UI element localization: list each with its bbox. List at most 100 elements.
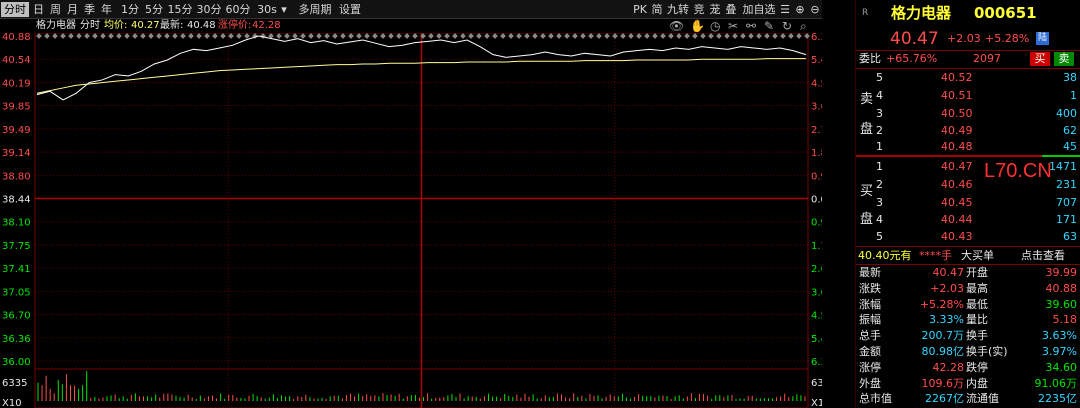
stat-value: +2.03 (930, 281, 964, 295)
chevron-down-icon[interactable]: ▾ (278, 2, 290, 17)
stat-label: 涨停 (859, 360, 881, 374)
stat-value: 3.97% (1042, 345, 1077, 358)
big-order-label: 大买单 (961, 249, 994, 262)
big-order-row[interactable]: 40.40元有 ****手 大买单 点击查看 (856, 247, 1080, 265)
y-right-tick: 5.45% (811, 55, 822, 66)
link-icon[interactable]: ⚯ (746, 19, 756, 33)
stats-row: 涨幅 +5.28% 最低 39.60 (856, 297, 1080, 313)
stat-value: 3.63% (1042, 329, 1077, 343)
level-volume: 38 (1063, 71, 1077, 84)
settings-button[interactable]: 设置 (337, 2, 363, 17)
tab-5min[interactable]: 5分 (143, 2, 165, 17)
tab-30s[interactable]: 30s (257, 2, 277, 17)
buy-button[interactable]: 买 (1030, 52, 1050, 66)
scissors-icon[interactable]: ✂ (728, 19, 738, 33)
tab-month[interactable]: 月 (65, 2, 80, 17)
stat-label: 跌停 (966, 360, 988, 374)
price-change-pct: +5.28% (985, 32, 1030, 45)
tab-15min[interactable]: 15分 (167, 2, 193, 17)
buy-level-4[interactable]: 4 40.44 171 (856, 211, 1080, 229)
y-left-tick: 37.75 (2, 241, 31, 252)
sell-level-3[interactable]: 3 40.50 400 (856, 105, 1080, 123)
tab-day[interactable]: 日 (31, 2, 46, 17)
level-price: 40.46 (941, 178, 973, 191)
level-volume: 171 (1056, 213, 1077, 226)
stats-row: 总手 200.7万 换手 3.63% (856, 328, 1080, 344)
refresh-icon[interactable]: ↻ (782, 19, 792, 33)
overlay-a-button[interactable]: 茏 (708, 2, 722, 17)
simple-button[interactable]: 简 (650, 2, 664, 17)
stat-label: 外盘 (859, 376, 881, 390)
level-volume: 1471 (1049, 160, 1077, 173)
sell-level-5[interactable]: 5 40.52 38 (856, 69, 1080, 87)
stat-label: 内盘 (966, 376, 988, 390)
stat-value: 40.88 (1045, 281, 1078, 295)
y-right-tick: 6.35% (811, 33, 822, 43)
y-left-tick: 38.10 (2, 218, 31, 229)
tab-1min[interactable]: 1分 (119, 2, 141, 17)
overlay-button[interactable]: 叠 (724, 2, 738, 17)
eye-icon[interactable]: 👁 (669, 19, 684, 33)
pk-button[interactable]: PK (632, 2, 648, 17)
y-right-tick: 4.52% (811, 311, 822, 322)
level-num: 1 (876, 160, 883, 173)
zoom-out-icon[interactable]: ⊖ (808, 2, 822, 17)
stat-label: 总手 (859, 329, 881, 343)
stat-value: 34.60 (1045, 360, 1078, 374)
stat-label: 总市值 (859, 392, 892, 406)
market-badge: 陆 (1036, 32, 1050, 45)
menu-icon[interactable]: ☰ (778, 2, 792, 17)
hand-icon[interactable]: ✋ (690, 19, 705, 33)
stats-row: 金额 80.98亿 换手(实) 3.97% (856, 344, 1080, 360)
tab-quarter[interactable]: 季 (82, 2, 97, 17)
clock-icon[interactable]: ◷ (710, 19, 720, 33)
stat-label: 金额 (859, 345, 881, 358)
tab-year[interactable]: 年 (99, 2, 114, 17)
stat-value: 40.47 (932, 266, 965, 279)
y-left-tick: 36.70 (2, 311, 31, 322)
y-right-tick: 6.35% (811, 357, 822, 368)
tab-week[interactable]: 周 (48, 2, 63, 17)
volume-multiplier-right: X10 (811, 398, 822, 408)
multi-period-button[interactable]: 多周期 (296, 2, 334, 17)
level-num: 1 (876, 140, 883, 153)
tab-30min[interactable]: 30分 (196, 2, 222, 17)
y-left-tick: 36.00 (2, 357, 31, 368)
stat-label: 最高 (966, 281, 988, 295)
pen-icon[interactable]: ✎ (764, 19, 774, 33)
stat-value: 200.7万 (921, 329, 965, 343)
price-change: +2.03 (947, 32, 981, 45)
add-watchlist-button[interactable]: 加自选 (741, 2, 777, 17)
level-num: 5 (876, 71, 883, 84)
zoom-in-icon[interactable]: ⊕ (793, 2, 807, 17)
nine-turn-button[interactable]: 九转 (666, 2, 690, 17)
big-order-hands: ****手 (919, 249, 952, 262)
search-icon[interactable]: ⌕ (800, 19, 807, 33)
auction-button[interactable]: 竞 (692, 2, 706, 17)
intraday-chart[interactable]: 40.88 6.35% 40.54 5.45% 40.19 4.55% 39.85 3.66%… (0, 33, 822, 408)
level-num: 2 (876, 178, 883, 191)
buy-depth-bar (1042, 155, 1080, 157)
y-right-tick: 4.55% (811, 78, 822, 89)
stat-value: 39.99 (1045, 266, 1078, 279)
y-left-tick: 40.19 (2, 78, 31, 89)
buy-level-3[interactable]: 3 40.45 707 (856, 194, 1080, 212)
buy-level-5[interactable]: 5 40.43 63 (856, 228, 1080, 246)
level-price: 40.52 (941, 71, 973, 84)
level-num: 3 (876, 107, 883, 120)
tab-intraday[interactable]: 分时 (1, 2, 29, 17)
stock-name: 格力电器 (891, 4, 952, 22)
sell-level-4[interactable]: 4 40.51 1 (856, 87, 1080, 105)
sell-level-1[interactable]: 1 40.48 45 (856, 138, 1080, 156)
big-order-link[interactable]: 点击查看 (1021, 247, 1065, 265)
level-volume: 63 (1063, 230, 1077, 243)
stat-label: 量比 (966, 313, 988, 327)
volume-label-right: 6335 (811, 378, 822, 389)
tab-60min[interactable]: 60分 (225, 2, 251, 17)
level-volume: 400 (1056, 107, 1077, 120)
stat-label: 涨跌 (859, 281, 881, 295)
sell-button[interactable]: 卖 (1054, 52, 1074, 66)
y-left-tick: 37.41 (2, 264, 31, 275)
y-right-tick: 5.42% (811, 334, 822, 345)
level-volume: 45 (1063, 140, 1077, 153)
